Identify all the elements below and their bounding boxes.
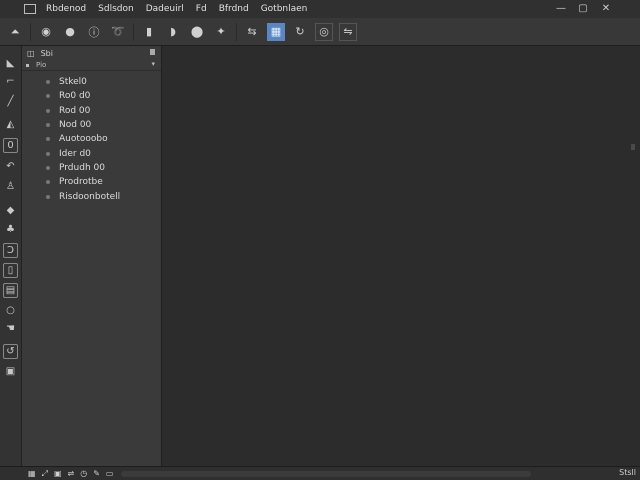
stamp-icon[interactable]: ♣ xyxy=(3,222,18,237)
menu-bar: Rbdenod Sdlsdon Dadeuirl Fd Bfrdnd Gotbn… xyxy=(0,0,640,18)
eyeglasses-icon[interactable]: ⌐ xyxy=(3,74,18,89)
toolbar-divider xyxy=(30,22,31,41)
list-item[interactable]: Auotooobo xyxy=(22,132,161,146)
clock-icon[interactable]: ◷ xyxy=(80,469,87,478)
menu-item-3[interactable]: Dadeuirl xyxy=(146,4,184,14)
list-item-label: Ro0 d0 xyxy=(59,91,91,102)
bullet-icon xyxy=(46,180,50,185)
list-item[interactable]: Stkel0 xyxy=(22,75,161,89)
menu-item-4[interactable]: Fd xyxy=(196,4,207,14)
curve-icon[interactable]: ↶ xyxy=(3,159,18,174)
main-toolbar: ⏶ ◉ ● ⓘ ➰ ▮ ◗ ⬤ ✦ ⇆ ▦ ↻ ◎ ⇋ xyxy=(0,18,640,46)
scroll-indicator[interactable] xyxy=(631,144,635,150)
bullet-icon xyxy=(46,194,50,199)
pen-icon[interactable]: ▭ xyxy=(106,469,114,478)
caret-down-icon[interactable]: ▾ xyxy=(151,60,155,68)
list-item[interactable]: Nod 00 xyxy=(22,118,161,132)
bullet-icon xyxy=(26,63,29,67)
brush-icon[interactable]: ╱ xyxy=(3,94,18,109)
menu-item-5[interactable]: Bfrdnd xyxy=(219,4,249,14)
bullet-icon xyxy=(46,80,50,85)
paint-drop-icon[interactable]: ⬤ xyxy=(188,23,206,41)
layers-icon[interactable]: ▣ xyxy=(54,469,62,478)
grid-icon[interactable]: ▦ xyxy=(267,22,285,41)
circle-outline-icon[interactable]: ○ xyxy=(3,303,18,318)
swap-icon[interactable]: ⇌ xyxy=(68,469,75,478)
status-bar: ▦ ⤢ ▣ ⇌ ◷ ✎ ▭ Stsll xyxy=(0,466,640,480)
hand-icon[interactable]: ☚ xyxy=(3,321,18,336)
app-logo-icon xyxy=(24,4,36,14)
wand-icon[interactable]: ✎ xyxy=(93,469,100,478)
list-item-label: Risdoonbotell xyxy=(59,191,121,202)
swirl-icon[interactable]: ↺ xyxy=(3,344,18,359)
list-item-label: Nod 00 xyxy=(59,120,92,131)
mirror-icon[interactable]: ⇋ xyxy=(339,22,357,41)
list-item[interactable]: Prdudh 00 xyxy=(22,161,161,175)
list-item-label: Rod 00 xyxy=(59,105,91,116)
panel-subheader: Pio ▾ xyxy=(22,60,161,71)
resize-icon[interactable]: ⤢ xyxy=(42,469,48,479)
bullet-icon xyxy=(46,137,50,142)
panel-sub-label: Pio xyxy=(36,61,47,69)
list-item[interactable]: Ider d0 xyxy=(22,146,161,160)
minimize-button[interactable]: — xyxy=(553,1,569,17)
sparkle-icon[interactable]: ✦ xyxy=(212,23,230,41)
eye-icon[interactable]: ◉ xyxy=(37,23,55,41)
horizontal-scrollbar[interactable] xyxy=(121,470,532,477)
tool-palette: ◣ ⌐ ╱ ◭ 0 ↶ ♙ ◆ ♣ Ↄ ▯ ▤ ○ ☚ ↺ ▣ xyxy=(0,46,22,466)
arrow-pair-icon[interactable]: ⇆ xyxy=(243,23,261,41)
bullet-icon xyxy=(46,151,50,156)
list-item[interactable]: Ro0 d0 xyxy=(22,89,161,103)
toolbar-divider xyxy=(133,22,134,41)
lasso-icon[interactable]: ➰ xyxy=(109,23,127,41)
menu-item-1[interactable]: Rbdenod xyxy=(46,4,86,14)
menu-item-6[interactable]: Gotbnlaen xyxy=(261,4,308,14)
bookmark-icon[interactable]: ◗ xyxy=(164,23,182,41)
list-item-label: Prdudh 00 xyxy=(59,162,105,173)
gear-icon[interactable]: ▣ xyxy=(3,364,18,379)
pin-icon[interactable] xyxy=(150,49,155,55)
toolbar-divider xyxy=(236,22,237,41)
list-item-label: Ider d0 xyxy=(59,148,91,159)
circle-dot-icon[interactable]: ● xyxy=(61,23,79,41)
rotate-icon[interactable]: ↻ xyxy=(291,23,309,41)
menu-item-2[interactable]: Sdlsdon xyxy=(98,4,134,14)
triangle-flag-icon[interactable]: ⏶ xyxy=(6,23,24,41)
mountain-icon[interactable]: ◭ xyxy=(3,117,18,132)
frame-icon[interactable]: ▯ xyxy=(3,263,18,278)
canvas-area[interactable] xyxy=(162,46,640,466)
bullet-icon xyxy=(46,123,50,128)
maximize-button[interactable]: ▢ xyxy=(575,1,591,17)
panel-title: Sbi xyxy=(40,48,53,58)
list-item-label: Auotooobo xyxy=(59,134,108,145)
panel-header: ◫ Sbi xyxy=(22,46,161,60)
list-item[interactable]: Prodrotbe xyxy=(22,175,161,189)
target-icon[interactable]: ◎ xyxy=(315,22,333,41)
triangle-icon[interactable]: ◣ xyxy=(3,56,18,71)
layout-icon[interactable]: ▤ xyxy=(3,283,18,298)
bullet-icon xyxy=(46,108,50,113)
square-letter-icon[interactable]: 0 xyxy=(3,138,18,153)
panel-icon: ◫ xyxy=(27,48,35,58)
document-icon[interactable]: ▮ xyxy=(140,23,158,41)
list-item-label: Stkel0 xyxy=(59,77,87,88)
list-item[interactable]: Risdoonbotell xyxy=(22,189,161,203)
status-text: Stsll xyxy=(619,468,636,477)
info-icon[interactable]: ⓘ xyxy=(85,23,103,41)
grid-icon[interactable]: ▦ xyxy=(28,469,36,478)
bullet-icon xyxy=(46,94,50,99)
list-item-label: Prodrotbe xyxy=(59,177,103,188)
person-icon[interactable]: ♙ xyxy=(3,179,18,194)
bucket-icon[interactable]: ◆ xyxy=(3,203,18,218)
bullet-icon xyxy=(46,165,50,170)
close-button[interactable]: ✕ xyxy=(598,1,614,17)
bracket-icon[interactable]: Ↄ xyxy=(3,243,18,258)
list-item[interactable]: Rod 00 xyxy=(22,104,161,118)
layers-panel: ◫ Sbi Pio ▾ Stkel0 Ro0 d0 Rod 00 Nod 00 … xyxy=(22,46,162,466)
